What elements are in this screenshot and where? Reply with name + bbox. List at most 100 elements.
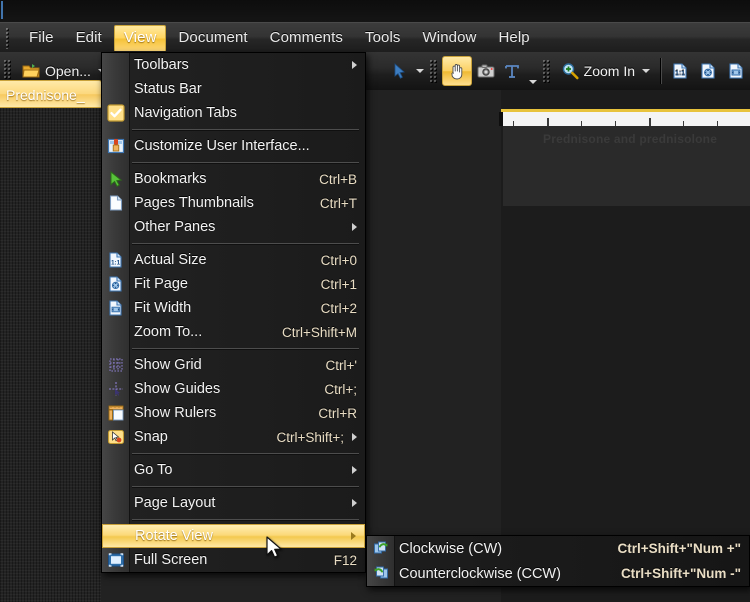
submenu-item-accelerator: Ctrl+Shift+"Num -" [620, 566, 741, 581]
zoom-in-button[interactable]: Zoom In [555, 55, 655, 87]
view-dropdown-menu: Toolbars Status Bar Navigation Tabs Cust… [101, 52, 366, 573]
menu-item-page-layout[interactable]: Page Layout [102, 491, 365, 515]
menu-item-label: Full Screen [134, 552, 208, 568]
menu-item-full-screen[interactable]: Full Screen F12 [102, 548, 365, 572]
actual-size-icon: 1:1 [105, 250, 126, 270]
menu-item-label: Pages Thumbnails [134, 195, 254, 211]
submenu-arrow-icon [351, 532, 356, 540]
full-screen-icon [105, 550, 126, 570]
select-tool-chevron-icon[interactable] [415, 69, 424, 73]
document-tab[interactable]: Prednisone_ [0, 80, 102, 108]
menu-separator [102, 125, 365, 134]
menu-item-label: Toolbars [134, 57, 189, 73]
toolbar-drag-handle-2[interactable] [428, 59, 438, 83]
menu-item-label: Rotate View [135, 528, 213, 544]
rotate-cw-icon [370, 538, 391, 558]
menu-item-fit-page[interactable]: Fit Page Ctrl+1 [102, 272, 365, 296]
fit-page-button[interactable] [694, 56, 722, 86]
submenu-item-label: Clockwise (CW) [399, 540, 503, 557]
fit-page-icon [698, 61, 718, 81]
menu-item-go-to[interactable]: Go To [102, 458, 365, 482]
menu-item-zoom-to[interactable]: Zoom To... Ctrl+Shift+M [102, 320, 365, 344]
menu-separator [102, 515, 365, 524]
menu-help[interactable]: Help [488, 25, 539, 51]
menu-item-accelerator: Ctrl+B [319, 171, 357, 187]
menu-item-snap[interactable]: Snap Ctrl+Shift+; [102, 425, 365, 449]
rotate-ccw-icon [370, 563, 391, 583]
submenu-item-counterclockwise[interactable]: Counterclockwise (CCW) Ctrl+Shift+"Num -… [367, 561, 749, 586]
menu-item-label: Actual Size [134, 252, 207, 268]
menu-item-bookmarks[interactable]: Bookmarks Ctrl+B [102, 167, 365, 191]
menu-item-show-grid[interactable]: Show Grid Ctrl+' [102, 353, 365, 377]
snapshot-tool-button[interactable] [472, 56, 500, 86]
magnifier-plus-icon [560, 61, 580, 81]
menu-item-accelerator: F12 [333, 552, 357, 568]
menu-item-status-bar[interactable]: Status Bar [102, 77, 365, 101]
menu-item-other-panes[interactable]: Other Panes [102, 215, 365, 239]
menu-item-accelerator: Ctrl+Shift+M [281, 324, 357, 340]
menu-item-label: Show Rulers [134, 405, 217, 421]
menu-item-rotate-view[interactable]: Rotate View [102, 524, 365, 548]
menu-item-label: Navigation Tabs [134, 105, 237, 121]
title-strip [0, 0, 750, 22]
hand-tool-button[interactable] [441, 56, 472, 86]
menu-separator [102, 344, 365, 353]
text-select-chevron-icon[interactable] [528, 80, 537, 84]
camera-snapshot-icon [476, 61, 496, 81]
menu-item-label: Snap [134, 429, 168, 445]
menu-item-accelerator: Ctrl+T [319, 195, 357, 211]
menu-item-show-rulers[interactable]: Show Rulers Ctrl+R [102, 401, 365, 425]
text-select-icon [502, 61, 522, 81]
text-select-tool-button[interactable] [500, 56, 539, 86]
grid-icon [105, 355, 126, 375]
actual-size-button[interactable]: 1:1 [666, 56, 694, 86]
menu-view[interactable]: View [113, 25, 167, 51]
menu-separator [102, 449, 365, 458]
customize-ui-icon [105, 136, 126, 156]
zoom-in-chevron-icon[interactable] [642, 69, 650, 73]
select-arrow-icon [389, 61, 409, 81]
submenu-item-clockwise[interactable]: Clockwise (CW) Ctrl+Shift+"Num +" [367, 536, 749, 561]
open-button-label: Open... [45, 63, 91, 79]
fit-page-icon [105, 274, 126, 294]
menu-item-accelerator: Ctrl+' [325, 357, 357, 373]
guides-icon [105, 379, 126, 399]
menu-separator [102, 482, 365, 491]
text-caret [1, 1, 3, 19]
mouse-pointer-icon [266, 536, 284, 562]
fit-width-button[interactable] [722, 56, 750, 86]
menu-separator [102, 158, 365, 167]
menu-edit[interactable]: Edit [66, 25, 112, 51]
menu-item-label: Zoom To... [134, 324, 203, 340]
bookmark-arrow-icon [105, 169, 126, 189]
menu-item-toolbars[interactable]: Toolbars [102, 53, 365, 77]
menu-item-navigation-tabs[interactable]: Navigation Tabs [102, 101, 365, 125]
hand-tool-icon [447, 61, 467, 81]
menu-item-pages-thumbnails[interactable]: Pages Thumbnails Ctrl+T [102, 191, 365, 215]
menu-item-label: Fit Page [134, 276, 188, 292]
page-thumbnail-icon [105, 193, 126, 213]
submenu-item-label: Counterclockwise (CCW) [399, 565, 561, 582]
submenu-arrow-icon [352, 466, 357, 474]
actual-size-icon: 1:1 [670, 61, 690, 81]
horizontal-ruler [503, 112, 750, 127]
menu-window[interactable]: Window [413, 25, 487, 51]
select-tool-button[interactable] [384, 55, 426, 87]
menu-document[interactable]: Document [168, 25, 257, 51]
menu-tools[interactable]: Tools [355, 25, 411, 51]
svg-text:1:1: 1:1 [110, 259, 120, 266]
menu-file[interactable]: File [19, 25, 64, 51]
menu-item-show-guides[interactable]: Show Guides Ctrl+; [102, 377, 365, 401]
menu-comments[interactable]: Comments [260, 25, 353, 51]
menu-item-label: Bookmarks [134, 171, 207, 187]
menubar-drag-handle[interactable] [3, 27, 14, 49]
menu-item-fit-width[interactable]: Fit Width Ctrl+2 [102, 296, 365, 320]
toolbar-drag-handle-3[interactable] [541, 59, 551, 83]
menu-item-customize-user-interface[interactable]: Customize User Interface... [102, 134, 365, 158]
menu-item-actual-size[interactable]: 1:1 Actual Size Ctrl+0 [102, 248, 365, 272]
zoom-in-label: Zoom In [583, 63, 635, 79]
menu-separator [102, 239, 365, 248]
menu-item-accelerator: Ctrl+0 [320, 252, 357, 268]
submenu-arrow-icon [352, 223, 357, 231]
navigation-pane [0, 108, 101, 602]
